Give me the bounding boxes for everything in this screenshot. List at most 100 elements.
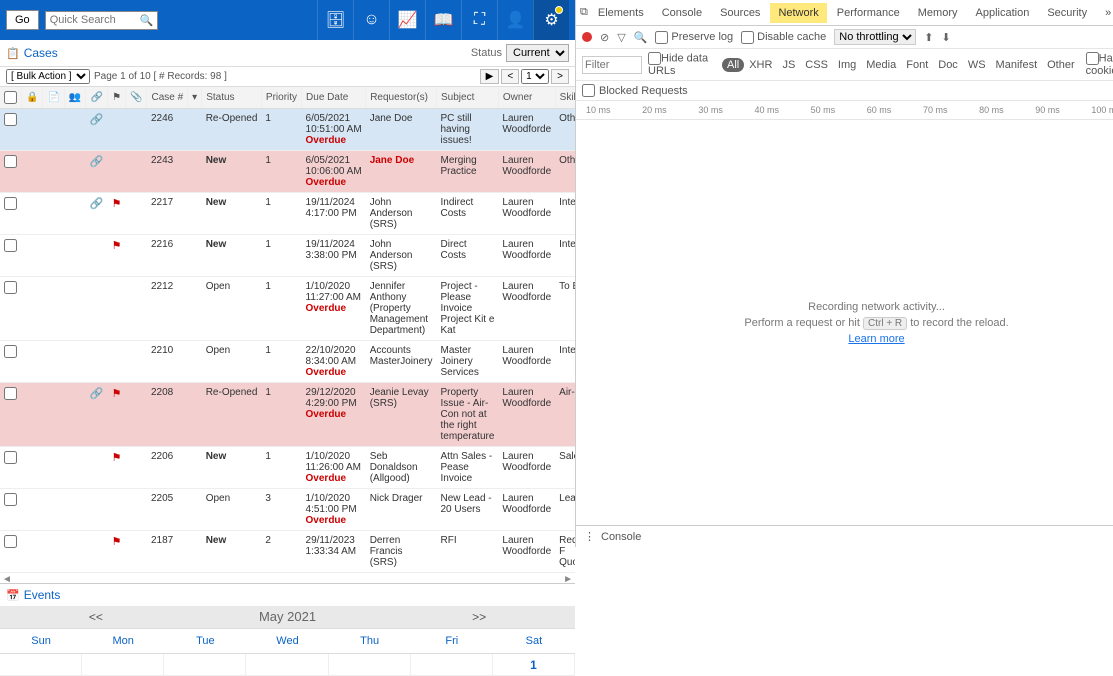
filter-input[interactable] [582,56,642,74]
book-icon[interactable]: 📖 [425,0,461,40]
filter-type-doc[interactable]: Doc [933,58,963,72]
case-priority: 1 [261,109,301,151]
case-subject: PC still having issues! [437,109,499,151]
table-row[interactable]: 🔗2246Re-Opened16/05/202110:51:00 AMOverd… [0,109,575,151]
preserve-log-toggle[interactable]: Preserve log [655,31,733,44]
filter-type-xhr[interactable]: XHR [744,58,777,72]
filter-type-js[interactable]: JS [777,58,800,72]
cal-next[interactable]: >> [383,606,575,628]
row-checkbox[interactable] [4,197,17,210]
tab-console[interactable]: Console [654,3,710,23]
events-header: 📅 Events [0,583,575,606]
table-row[interactable]: 🔗⚑2208Re-Opened129/12/20204:29:00 PMOver… [0,383,575,447]
col-skill[interactable]: Skill Grou [555,87,575,109]
calendar-day-1[interactable]: 1 [493,654,575,676]
tab-network[interactable]: Network [770,3,826,23]
tabs-overflow[interactable]: » [1097,3,1113,23]
col-owner[interactable]: Owner [498,87,555,109]
tab-application[interactable]: Application [968,3,1038,23]
col-case[interactable]: Case # [147,87,188,109]
table-row[interactable]: ⚑2187New229/11/20231:33:34 AMDerren Fran… [0,531,575,573]
throttle-select[interactable]: No throttling [834,29,916,45]
search-input[interactable] [50,14,140,26]
case-subject: Attn Sales - Pease Invoice [437,447,499,489]
filter-type-ws[interactable]: WS [963,58,991,72]
settings-icon[interactable]: ⚙ [533,0,569,40]
timeline-tick: 40 ms [754,105,779,115]
tab-sources[interactable]: Sources [712,3,768,23]
expand-icon[interactable]: ⛶ [461,0,497,40]
table-row[interactable]: ⚑2216New119/11/20243:38:00 PMJohn Anders… [0,235,575,277]
row-checkbox[interactable] [4,451,17,464]
filter-type-font[interactable]: Font [901,58,933,72]
tab-elements[interactable]: Elements [590,3,652,23]
filter-type-all[interactable]: All [722,58,744,72]
filter-type-img[interactable]: Img [833,58,861,72]
record-button[interactable] [582,32,592,42]
bulk-action-select[interactable]: [ Bulk Action ] [6,69,90,84]
row-checkbox[interactable] [4,113,17,126]
case-requestor: Seb Donaldson(Allgood) [366,447,437,489]
table-row[interactable]: 🔗⚑2217New119/11/20244:17:00 PMJohn Ander… [0,193,575,235]
cal-prev[interactable]: << [0,606,192,628]
col-sort-icon[interactable]: ▾ [188,87,202,109]
play-button[interactable]: ▶ [480,69,500,84]
search-icon[interactable]: 🔍 [140,14,154,27]
col-priority[interactable]: Priority [261,87,301,109]
next-page-button[interactable]: > [551,69,569,84]
tab-security[interactable]: Security [1039,3,1095,23]
chart-icon[interactable]: 📈 [389,0,425,40]
case-owner: LaurenWoodforde [498,277,555,341]
col-subject[interactable]: Subject [437,87,499,109]
case-owner: LaurenWoodforde [498,383,555,447]
status-select[interactable]: Current [506,44,569,62]
filter-type-manifest[interactable]: Manifest [991,58,1043,72]
col-requestor[interactable]: Requestor(s) [366,87,437,109]
filter-type-media[interactable]: Media [861,58,901,72]
upload-icon[interactable]: ⬆ [924,31,933,44]
row-checkbox[interactable] [4,493,17,506]
row-checkbox[interactable] [4,387,17,400]
filter-type-other[interactable]: Other [1042,58,1080,72]
go-button[interactable]: Go [6,10,39,30]
hide-data-urls-toggle[interactable]: Hide data URLs [648,52,716,77]
filter-icon[interactable]: ▽ [617,31,625,44]
prev-page-button[interactable]: < [501,69,519,84]
quick-search[interactable]: 🔍 [45,11,159,30]
cases-icon: 📋 [6,47,20,60]
clear-icon[interactable]: ⊘ [600,31,609,44]
face-icon[interactable]: ☺ [353,0,389,40]
case-subject: RFI [437,531,499,573]
col-due[interactable]: Due Date [302,87,366,109]
case-skill: To Be Inv [555,277,575,341]
table-row[interactable]: 2212Open11/10/202011:27:00 AMOverdueJenn… [0,277,575,341]
learn-more-link[interactable]: Learn more [848,333,904,345]
row-checkbox[interactable] [4,155,17,168]
db-icon[interactable]: 🗄 [317,0,353,40]
table-row[interactable]: 🔗2243New16/05/202110:06:00 AMOverdueJane… [0,151,575,193]
inspect-icon[interactable]: ⧉ [580,6,588,19]
tab-memory[interactable]: Memory [910,3,966,23]
disable-cache-toggle[interactable]: Disable cache [741,31,826,44]
col-status[interactable]: Status [202,87,262,109]
row-checkbox[interactable] [4,345,17,358]
select-all-checkbox[interactable] [4,91,17,104]
search-icon-dt[interactable]: 🔍 [634,31,648,44]
table-row[interactable]: ⚑2206New11/10/202011:26:00 AMOverdueSeb … [0,447,575,489]
table-row[interactable]: 2205Open31/10/20204:51:00 PMOverdueNick … [0,489,575,531]
row-checkbox[interactable] [4,239,17,252]
row-checkbox[interactable] [4,281,17,294]
download-icon[interactable]: ⬇ [941,31,950,44]
blocked-cookies-toggle[interactable]: Has blocked cookies [1086,52,1113,77]
tab-performance[interactable]: Performance [829,3,908,23]
filter-type-css[interactable]: CSS [800,58,833,72]
user-icon[interactable]: 👤 [497,0,533,40]
timeline-tick: 50 ms [811,105,836,115]
page-select[interactable]: 1 [521,69,549,84]
blocked-requests-toggle[interactable]: Blocked Requests [576,81,1113,101]
case-requestor: Nick Drager [366,489,437,531]
console-menu-icon[interactable]: ⋮ [584,530,595,543]
console-drawer[interactable]: ⋮ Console ✕ [576,525,1113,547]
row-checkbox[interactable] [4,535,17,548]
table-row[interactable]: 2210Open122/10/20208:34:00 AMOverdueAcco… [0,341,575,383]
